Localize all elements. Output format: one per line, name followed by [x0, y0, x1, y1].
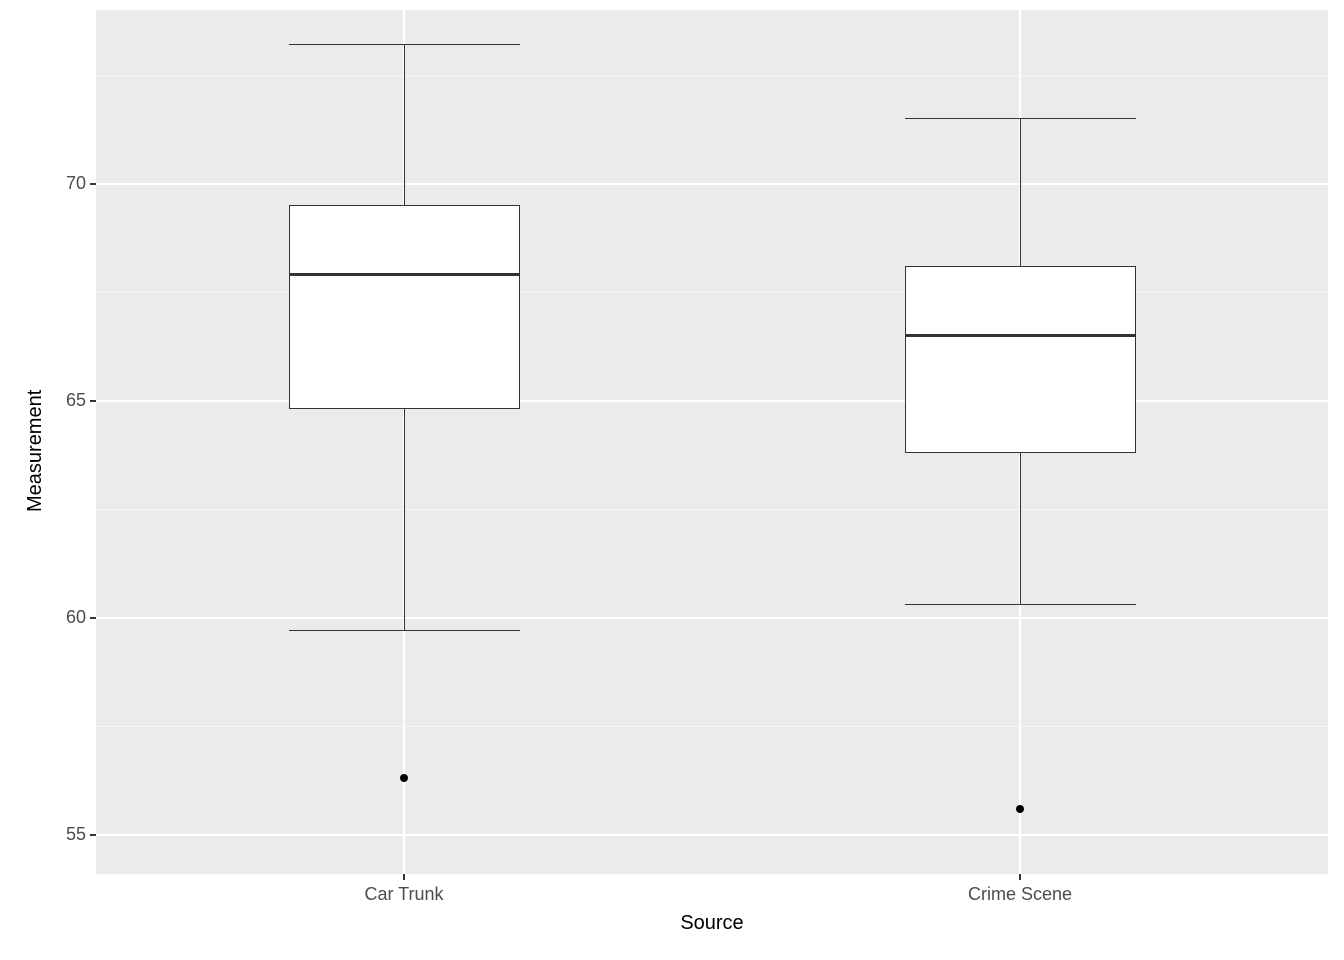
box [289, 205, 520, 409]
whisker-upper [404, 45, 405, 206]
y-tick-label: 65 [66, 390, 86, 411]
median-line [289, 273, 520, 276]
gridline-major [96, 183, 1328, 185]
x-tick-label: Crime Scene [940, 884, 1100, 905]
median-line [905, 334, 1136, 337]
gridline-minor [96, 726, 1328, 727]
box [905, 266, 1136, 453]
y-tick-label: 60 [66, 607, 86, 628]
outlier-point [1016, 805, 1024, 813]
whisker-lower [1020, 453, 1021, 605]
plot-panel [96, 10, 1328, 874]
outlier-point [400, 774, 408, 782]
y-tick-mark [90, 400, 96, 402]
whisker-lower [404, 409, 405, 630]
gridline-minor [96, 75, 1328, 76]
y-tick-mark [90, 183, 96, 185]
whisker-cap-lower [289, 630, 520, 631]
y-tick-mark [90, 617, 96, 619]
y-tick-mark [90, 834, 96, 836]
gridline-minor [96, 292, 1328, 293]
x-tick-label: Car Trunk [324, 884, 484, 905]
gridline-major [96, 617, 1328, 619]
gridline-major [96, 834, 1328, 836]
whisker-cap-lower [905, 604, 1136, 605]
x-tick-mark [403, 874, 405, 880]
gridline-major [96, 400, 1328, 402]
y-axis-title: Measurement [24, 390, 47, 512]
y-tick-label: 70 [66, 173, 86, 194]
gridline-minor [96, 509, 1328, 510]
x-axis-title: Source [652, 912, 772, 935]
whisker-cap-upper [289, 44, 520, 45]
whisker-cap-upper [905, 118, 1136, 119]
x-tick-mark [1019, 874, 1021, 880]
boxplot-chart: Measurement Source 55 60 65 70 Car Trunk Crim… [0, 0, 1344, 960]
y-tick-label: 55 [66, 824, 86, 845]
whisker-upper [1020, 119, 1021, 267]
